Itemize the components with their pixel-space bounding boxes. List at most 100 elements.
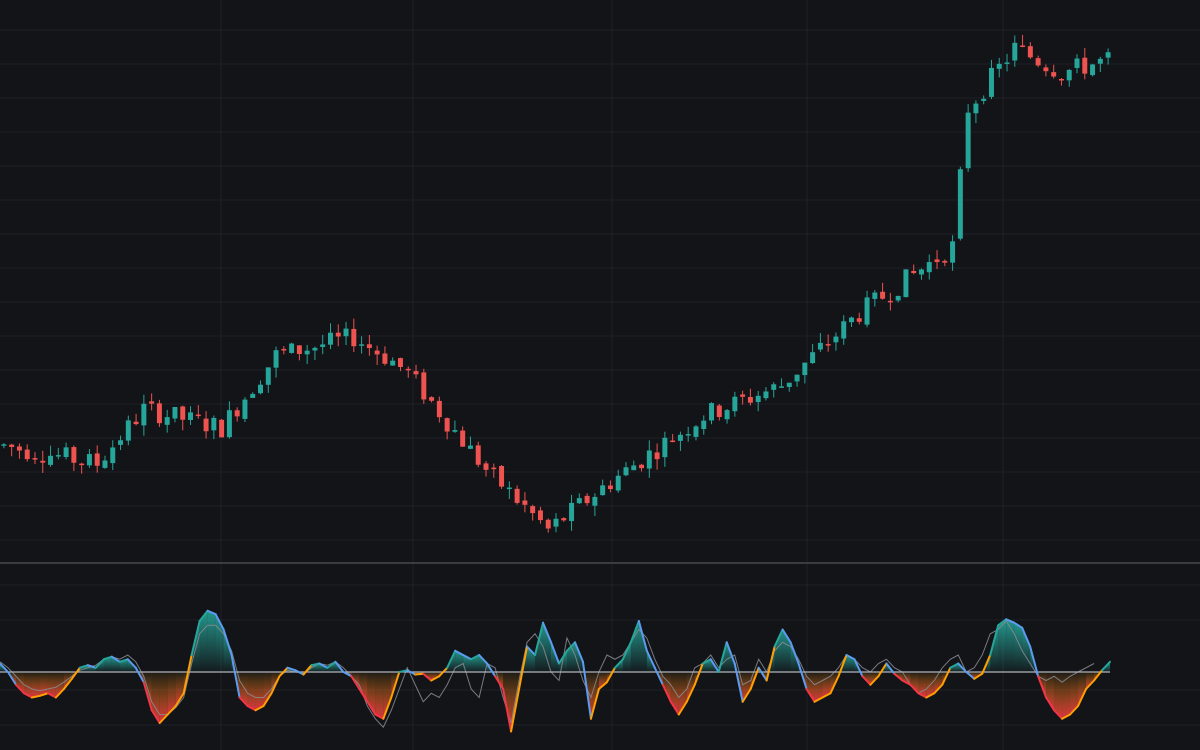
candle-body — [825, 344, 831, 346]
candle-body — [607, 485, 613, 490]
candle-body — [289, 343, 295, 353]
candle-body — [1097, 58, 1103, 64]
candle — [499, 465, 505, 489]
candle-body — [32, 458, 38, 460]
candle-body — [421, 372, 427, 400]
candle-body — [86, 454, 92, 466]
candle-body — [779, 386, 784, 388]
candle-body — [553, 518, 559, 527]
candle-body — [164, 417, 170, 425]
chart-area — [0, 0, 1200, 750]
candle-body — [802, 362, 808, 376]
candle-body — [102, 460, 108, 468]
candle-body — [1043, 67, 1049, 72]
candle-body — [296, 345, 302, 354]
candle-body — [662, 437, 668, 458]
candle-body — [864, 297, 870, 325]
candle-body — [1074, 58, 1080, 68]
candle — [219, 418, 225, 438]
candle-body — [942, 260, 948, 263]
candle-body — [195, 414, 201, 417]
candle-body — [973, 103, 979, 114]
candle-body — [110, 447, 116, 464]
candle-body — [615, 475, 621, 491]
candle-body — [747, 396, 753, 403]
candle-body — [382, 353, 388, 364]
candle-body — [55, 455, 61, 457]
candle-body — [1027, 46, 1033, 58]
candle-body — [258, 384, 263, 394]
candle-body — [328, 332, 333, 345]
candle-body — [957, 169, 963, 239]
candle — [475, 441, 481, 468]
candle-body — [1105, 52, 1111, 58]
candle — [242, 397, 248, 423]
candle — [289, 342, 295, 354]
candle-body — [522, 500, 528, 505]
candle-body — [499, 465, 505, 487]
candle-body — [265, 367, 271, 385]
candle-body — [670, 440, 676, 443]
candle-body — [810, 352, 816, 364]
candle-body — [833, 336, 839, 343]
candle-body — [514, 488, 520, 503]
candle-body — [133, 421, 139, 425]
candle-body — [1020, 45, 1026, 47]
candle-body — [903, 269, 909, 298]
candle-body — [413, 371, 419, 375]
oscillator-fill-positive — [207, 610, 216, 672]
oscillator-fill-negative — [255, 672, 264, 711]
candle-body — [312, 347, 318, 351]
oscillator-fill-negative — [39, 672, 48, 696]
candle-body — [849, 317, 854, 323]
candle-body — [740, 394, 746, 397]
candle-body — [156, 403, 162, 424]
candle-body — [996, 63, 1002, 69]
candle-body — [1051, 72, 1057, 77]
candle-body — [24, 449, 30, 460]
candle-body — [1082, 57, 1088, 74]
candle-body — [405, 368, 411, 371]
candle-body — [1012, 42, 1018, 61]
candle-body — [646, 450, 652, 469]
candle-body — [763, 391, 769, 399]
candle-body — [895, 295, 901, 301]
candle-body — [716, 405, 722, 418]
candle-body — [9, 444, 15, 447]
candle-body — [918, 269, 924, 275]
candle-body — [219, 419, 225, 438]
candle-body — [654, 452, 660, 460]
candle-body — [530, 506, 536, 514]
candle-body — [491, 467, 497, 470]
candle-body — [701, 420, 707, 429]
candle-body — [732, 396, 738, 412]
candle-body — [631, 465, 637, 471]
candle-body — [569, 502, 575, 522]
candle-body — [639, 464, 645, 469]
oscillator-fill-negative — [31, 672, 40, 698]
candle-body — [709, 403, 715, 421]
candle-body — [576, 498, 582, 504]
oscillator-fill-negative — [375, 672, 384, 719]
candle — [1090, 63, 1096, 77]
candle-body — [483, 463, 489, 470]
trading-chart — [0, 0, 1200, 750]
candle-body — [755, 395, 761, 403]
candle-body — [592, 496, 598, 506]
candle-body — [872, 292, 878, 299]
candle-body — [180, 406, 186, 420]
candle-body — [1066, 69, 1072, 81]
candle-body — [320, 344, 326, 347]
candle-body — [988, 67, 994, 97]
candle-body — [911, 270, 917, 274]
candle-body — [48, 455, 54, 465]
candle-body — [452, 430, 458, 432]
candle-body — [600, 485, 606, 496]
candle-body — [172, 407, 178, 419]
candle-body — [359, 344, 365, 346]
candle-body — [149, 401, 155, 404]
candle-body — [460, 430, 466, 447]
candle-body — [281, 348, 287, 351]
candle-body — [203, 418, 209, 432]
candle-body — [374, 350, 380, 355]
